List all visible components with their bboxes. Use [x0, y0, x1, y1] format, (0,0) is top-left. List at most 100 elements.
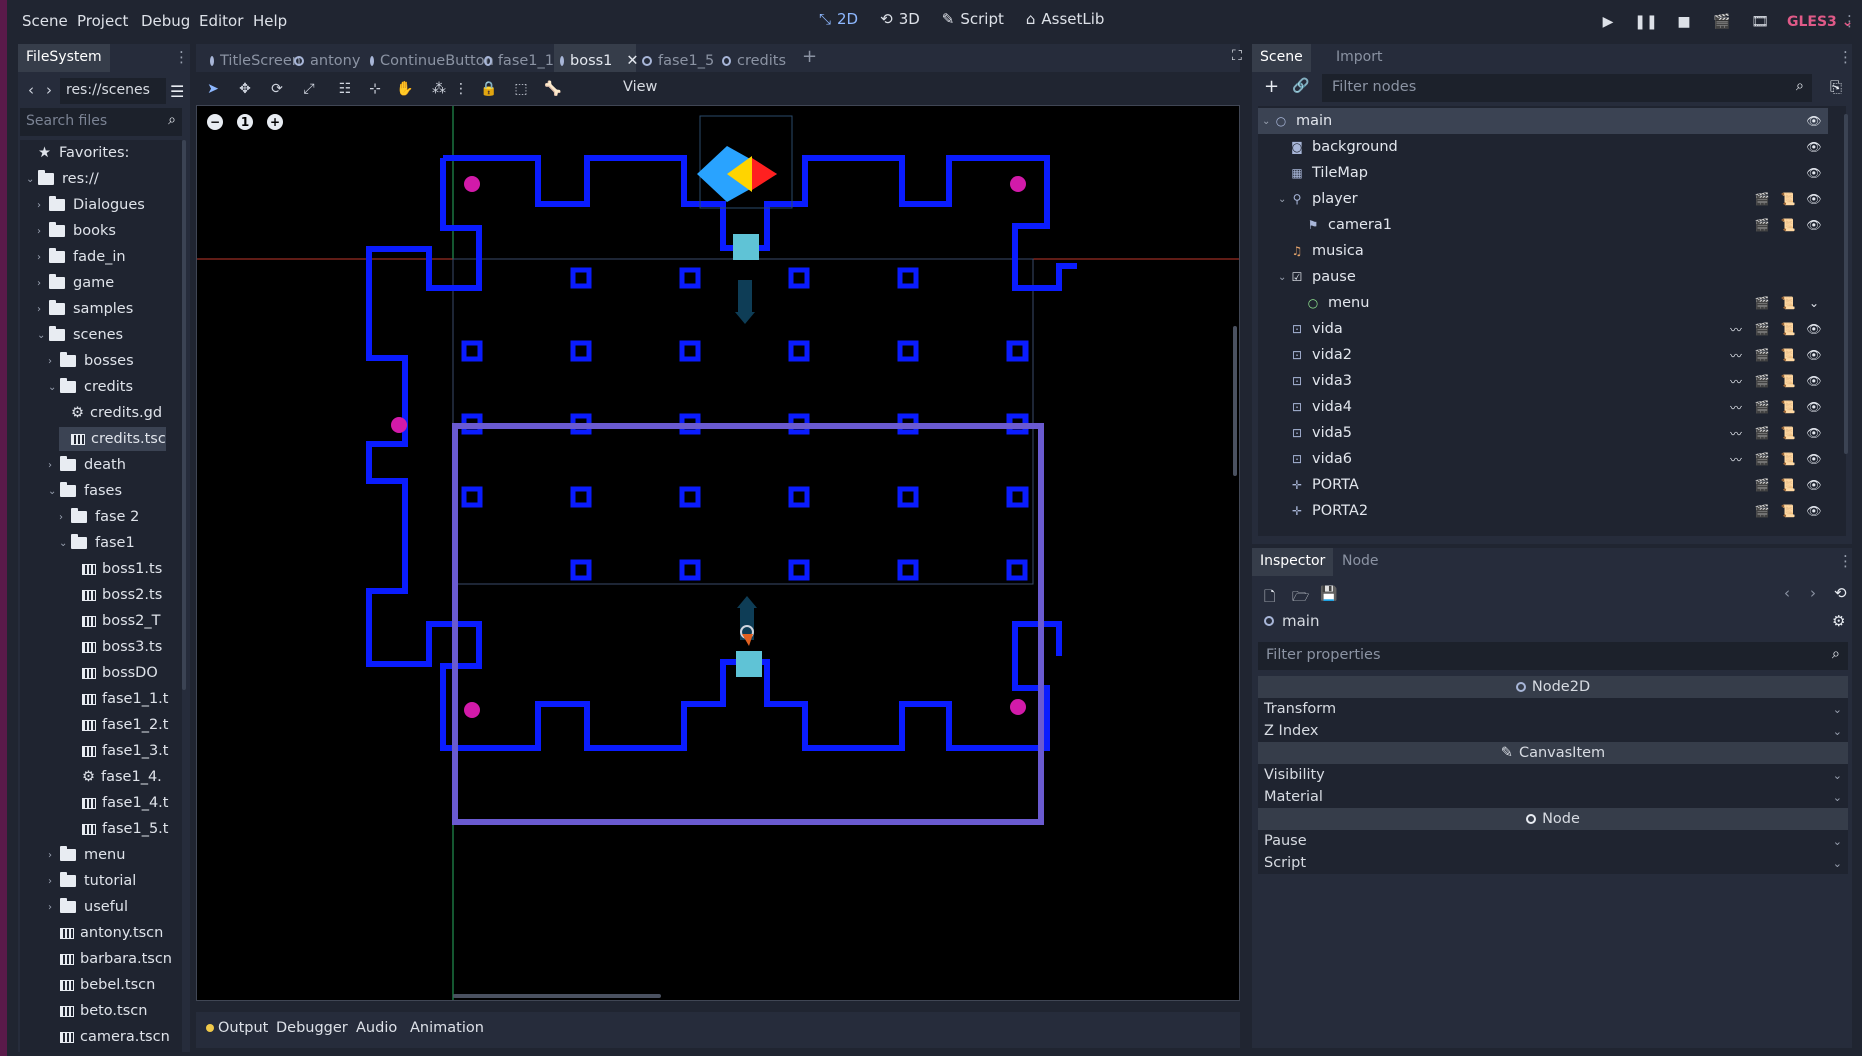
- node-main[interactable]: ⌄ ○ main 👁: [1258, 108, 1828, 134]
- fs-file-item[interactable]: boss2_T: [70, 609, 161, 633]
- visibility-icon[interactable]: 👁: [1806, 114, 1822, 128]
- menu-debug[interactable]: Debug: [141, 12, 190, 30]
- visibility-icon[interactable]: 👁: [1806, 218, 1822, 232]
- script-icon[interactable]: 📜: [1780, 426, 1796, 440]
- viewport-v-scrollbar[interactable]: [1233, 326, 1237, 476]
- scene-filter-input[interactable]: Filter nodes ⌕: [1322, 74, 1812, 102]
- prop-z-index[interactable]: Z Index ⌄: [1258, 720, 1848, 742]
- section-node2d[interactable]: Node2D: [1258, 676, 1848, 698]
- node-vida2[interactable]: ⊡ vida2 〰 🎬 📜 👁: [1258, 342, 1828, 368]
- fs-file-item[interactable]: ⚙ fase1_4.: [70, 765, 162, 789]
- menu-project[interactable]: Project: [77, 12, 128, 30]
- instance-icon[interactable]: 🎬: [1754, 192, 1770, 206]
- script-icon[interactable]: 📜: [1780, 478, 1796, 492]
- instance-icon[interactable]: 🎬: [1754, 322, 1770, 336]
- tab-titlescreen[interactable]: TitleScreen: [204, 44, 301, 72]
- add-tab-icon[interactable]: +: [802, 46, 817, 67]
- fs-file-item[interactable]: boss2.ts: [70, 583, 162, 607]
- node-porta[interactable]: ✛ PORTA 🎬 📜 👁: [1258, 472, 1828, 498]
- script-icon[interactable]: 📜: [1780, 296, 1796, 310]
- node-pause[interactable]: ⌄ ☑ pause: [1258, 264, 1828, 290]
- script-icon[interactable]: 📜: [1780, 218, 1796, 232]
- tab-credits[interactable]: credits: [716, 44, 786, 72]
- prop-pause[interactable]: Pause ⌄: [1258, 830, 1848, 852]
- fs-folder-item[interactable]: › tutorial: [48, 869, 136, 893]
- visibility-icon[interactable]: 👁: [1806, 452, 1822, 466]
- chevron-right-icon[interactable]: ›: [48, 356, 60, 367]
- tab-scene[interactable]: Scene: [1252, 44, 1311, 72]
- canvas-viewport[interactable]: − 1 +: [196, 105, 1240, 1001]
- node-vida6[interactable]: ⊡ vida6 〰 🎬 📜 👁: [1258, 446, 1828, 472]
- node-menu[interactable]: ○ menu 🎬 📜 ⌄: [1258, 290, 1828, 316]
- visibility-icon[interactable]: 👁: [1806, 504, 1822, 518]
- fs-folder-item[interactable]: › fade_in: [37, 245, 126, 269]
- fs-folder-item[interactable]: › useful: [48, 895, 128, 919]
- mode-3d-button[interactable]: ⟲ 3D: [880, 10, 920, 28]
- scene-scrollbar[interactable]: [1844, 114, 1848, 454]
- fs-path-field[interactable]: res://scenes: [60, 78, 166, 104]
- instance-icon[interactable]: 🎬: [1754, 400, 1770, 414]
- script-icon[interactable]: 📜: [1780, 400, 1796, 414]
- fs-folder-item[interactable]: ⌄ fase1: [59, 531, 135, 555]
- visibility-icon[interactable]: 👁: [1806, 322, 1822, 336]
- node-tilemap[interactable]: ▦ TileMap 👁: [1258, 160, 1828, 186]
- fs-folder-item[interactable]: ⌄ credits: [48, 375, 133, 399]
- fs-file-item[interactable]: boss1.ts: [70, 557, 162, 581]
- instance-icon[interactable]: 🎬: [1754, 452, 1770, 466]
- fs-search-input[interactable]: Search files ⌕: [20, 108, 182, 136]
- fs-folder-item[interactable]: › fase 2: [59, 505, 139, 529]
- prop-material[interactable]: Material ⌄: [1258, 786, 1848, 808]
- menu-help[interactable]: Help: [253, 12, 287, 30]
- fs-file-item[interactable]: fase1_5.t: [70, 817, 168, 841]
- node-vida5[interactable]: ⊡ vida5 〰 🎬 📜 👁: [1258, 420, 1828, 446]
- tab-fase1_5[interactable]: fase1_5: [636, 44, 716, 72]
- fs-file-item[interactable]: camera.tscn: [48, 1025, 170, 1049]
- section-node[interactable]: Node: [1258, 808, 1848, 830]
- pause-icon[interactable]: ❚❚: [1634, 11, 1657, 33]
- fs-file-item[interactable]: antony.tscn: [48, 921, 163, 945]
- signal-icon[interactable]: 〰: [1728, 452, 1744, 467]
- node-camera1[interactable]: ⚑ camera1 🎬 📜 👁: [1258, 212, 1828, 238]
- chevron-right-icon[interactable]: ›: [48, 902, 60, 913]
- dock-menu-icon[interactable]: ⋮: [1838, 552, 1853, 570]
- chevron-right-icon[interactable]: ›: [37, 226, 49, 237]
- signal-icon[interactable]: 〰: [1728, 400, 1744, 415]
- fs-file-item[interactable]: beto.tscn: [48, 999, 147, 1023]
- link-icon[interactable]: 🔗: [1292, 78, 1309, 94]
- signal-icon[interactable]: 〰: [1728, 374, 1744, 389]
- fs-folder-item[interactable]: › samples: [37, 297, 133, 321]
- mode-assetlib-button[interactable]: ⌂ AssetLib: [1026, 10, 1105, 28]
- prop-transform[interactable]: Transform ⌄: [1258, 698, 1848, 720]
- history-back-icon[interactable]: ‹: [1784, 584, 1790, 602]
- fs-file-item[interactable]: fase1_4.t: [70, 791, 168, 815]
- fs-folder-item[interactable]: › death: [48, 453, 126, 477]
- fs-folder-item[interactable]: › game: [37, 271, 114, 295]
- play-scene-icon[interactable]: 🎬: [1711, 11, 1733, 33]
- snap-menu-icon[interactable]: ⋮: [452, 80, 470, 98]
- script-icon[interactable]: 📜: [1780, 374, 1796, 388]
- chevron-right-icon[interactable]: ›: [48, 876, 60, 887]
- instance-icon[interactable]: 🎬: [1754, 348, 1770, 362]
- node-musica[interactable]: ♫ musica: [1258, 238, 1828, 264]
- fs-folder-item[interactable]: › Dialogues: [37, 193, 145, 217]
- visibility-icon[interactable]: 👁: [1806, 166, 1822, 180]
- chevron-right-icon[interactable]: ›: [48, 850, 60, 861]
- node-porta2[interactable]: ✛ PORTA2 🎬 📜 👁: [1258, 498, 1828, 524]
- tab-fase1_1[interactable]: fase1_1: [478, 44, 554, 72]
- tab-boss1[interactable]: boss1 ✕: [554, 44, 639, 72]
- chevron-right-icon[interactable]: ›: [37, 252, 49, 263]
- instance-icon[interactable]: 🎬: [1754, 504, 1770, 518]
- zoom-in-icon[interactable]: +: [267, 114, 283, 130]
- fullscreen-icon[interactable]: ⛶: [1232, 48, 1242, 64]
- view-menu[interactable]: View: [623, 79, 657, 95]
- history-icon[interactable]: ⟲: [1834, 584, 1847, 602]
- chevron-down-icon[interactable]: ⌄: [59, 538, 71, 549]
- fs-file-item[interactable]: credits.tsc: [59, 427, 166, 451]
- group-icon[interactable]: ⬚: [512, 80, 530, 98]
- fs-file-item[interactable]: fase1_1.t: [70, 687, 168, 711]
- inspector-filter-input[interactable]: Filter properties ⌕: [1258, 642, 1848, 670]
- menu-editor[interactable]: Editor: [199, 12, 243, 30]
- play-icon[interactable]: ▶: [1597, 11, 1619, 33]
- signal-icon[interactable]: 〰: [1728, 348, 1744, 363]
- dock-menu-icon[interactable]: ⋮: [174, 48, 189, 66]
